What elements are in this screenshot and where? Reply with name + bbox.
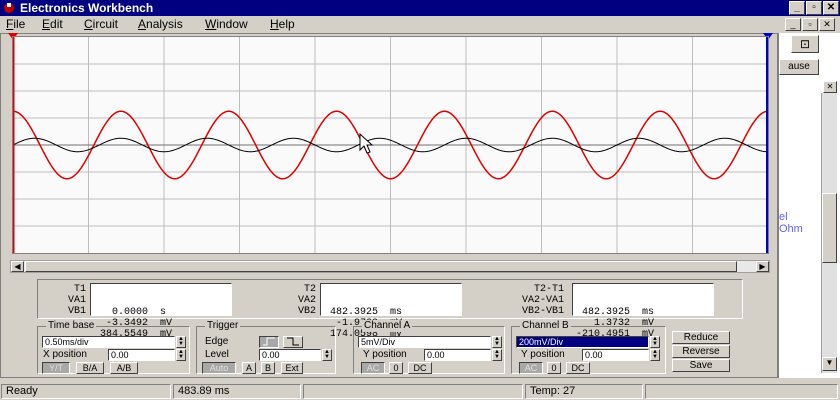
channel-b-dc-button[interactable]: DC: [566, 362, 590, 374]
pause-button[interactable]: ause: [779, 59, 819, 75]
edge-falling-button[interactable]: [283, 336, 303, 348]
trigger-auto-button[interactable]: Auto: [202, 362, 236, 374]
channel-b-ypos-label: Y position: [521, 349, 565, 360]
workspace-close-button[interactable]: ✕: [823, 81, 837, 93]
channel-a-scale-field[interactable]: 5mV/Div: [358, 336, 491, 348]
timebase-scale-field[interactable]: 0.50ms/div: [42, 336, 175, 348]
channel-a-ac-button[interactable]: AC: [361, 362, 385, 374]
rising-edge-icon: [263, 337, 275, 346]
title-bar: Electronics Workbench: [0, 0, 840, 16]
reverse-button[interactable]: Reverse: [672, 345, 730, 358]
channel-a-dc-button[interactable]: DC: [408, 362, 432, 374]
mdi-minimize-button[interactable]: _: [785, 18, 801, 31]
va1-label: VA1: [67, 295, 86, 306]
channel-b-ypos-spinner[interactable]: ▲ ▼: [650, 349, 660, 361]
channel-b-ac-button[interactable]: AC: [519, 362, 543, 374]
channel-b-scale-spinner[interactable]: ▲ ▼: [650, 336, 660, 348]
timebase-group: Time base 0.50ms/div ▲ ▼ X position 0.00 …: [37, 320, 190, 374]
level-field[interactable]: 0.00: [259, 349, 321, 361]
t1-label: T1: [73, 284, 86, 295]
mouse-pointer-icon: [359, 132, 374, 154]
oscilloscope-display[interactable]: [12, 36, 769, 254]
reduce-button[interactable]: Reduce: [672, 331, 730, 344]
timebase-scale-spinner[interactable]: ▲ ▼: [176, 336, 186, 348]
window-title: Electronics Workbench: [20, 1, 154, 15]
menu-help[interactable]: Help: [270, 17, 295, 31]
channel-b-title: Channel B: [520, 320, 571, 332]
vb2vb1-label: VB2-VB1: [521, 306, 564, 317]
channel-a-ypos-label: Y position: [363, 349, 407, 360]
scroll-right-button[interactable]: ▶: [756, 261, 769, 272]
component-label-2: Ohm: [779, 223, 803, 235]
minimize-button[interactable]: _: [789, 1, 805, 15]
mdi-restore-button[interactable]: ▫: [802, 18, 818, 31]
save-button[interactable]: Save: [672, 359, 730, 372]
t2-label: T2: [303, 284, 316, 295]
status-empty: [303, 384, 523, 399]
menu-edit[interactable]: Edit: [42, 17, 63, 31]
timebase-title: Time base: [46, 320, 97, 332]
menu-file[interactable]: File: [6, 17, 25, 31]
trigger-group: Trigger Edge Level 0.00 ▲ ▼ Auto A B Ext: [196, 320, 336, 374]
status-ready: Ready: [1, 384, 171, 399]
status-temp: Temp: 27: [525, 384, 643, 399]
channel-a-group: Channel A 5mV/Div ▲ ▼ Y position 0.00 ▲ ▼ …: [353, 320, 505, 374]
vb2-label: VB2: [297, 306, 316, 317]
menu-circuit[interactable]: Circuit: [84, 17, 118, 31]
channel-a-ypos-field[interactable]: 0.00: [424, 349, 491, 361]
workspace-vscrollbar[interactable]: ▼: [821, 93, 837, 373]
trigger-a-button[interactable]: A: [242, 362, 256, 374]
va2va1-label: VA2-VA1: [521, 295, 564, 306]
app-icon[interactable]: [2, 1, 16, 15]
menu-window[interactable]: Window: [205, 17, 248, 31]
level-label: Level: [205, 349, 229, 360]
t2-readout: 482.3925 ms -1.9760 mV 174.0598 mV: [320, 283, 462, 340]
scroll-left-button[interactable]: ◀: [11, 261, 24, 272]
component-label-1: el: [779, 211, 788, 223]
mdi-close-button[interactable]: ✕: [819, 18, 835, 31]
trigger-title: Trigger: [205, 320, 241, 332]
menu-bar: File Edit Circuit Analysis Window Help _…: [0, 16, 840, 33]
channel-a-title: Channel A: [362, 320, 413, 332]
trigger-b-button[interactable]: B: [261, 362, 275, 374]
t1-readout: 0.0000 s -3.3492 mV 384.5549 mV: [90, 283, 232, 340]
channel-a-scale-spinner[interactable]: ▲ ▼: [492, 336, 502, 348]
circuit-workspace: ⊡ ause ✕ el Ohm ▼: [778, 33, 840, 378]
edge-label: Edge: [205, 336, 229, 347]
channel-a-zero-button[interactable]: 0: [389, 362, 403, 374]
status-bar: Ready 483.89 ms Temp: 27: [0, 383, 840, 400]
channel-a-ypos-spinner[interactable]: ▲ ▼: [492, 349, 502, 361]
instrument-icon[interactable]: ⊡: [791, 35, 819, 53]
measurement-readout: T1 VA1 VB1 0.0000 s -3.3492 mV 384.5549 …: [37, 279, 743, 340]
xpos-spinner[interactable]: ▲ ▼: [176, 349, 186, 361]
waveform-plot: [12, 37, 769, 253]
close-button[interactable]: ✕: [823, 1, 839, 15]
maximize-button[interactable]: ▫: [806, 1, 822, 15]
menu-analysis[interactable]: Analysis: [138, 17, 183, 31]
falling-edge-icon: [287, 337, 299, 346]
status-time: 483.89 ms: [173, 384, 301, 399]
ba-button[interactable]: B/A: [76, 362, 104, 374]
t2t1-label: T2-T1: [533, 284, 564, 295]
xpos-field[interactable]: 0.00: [108, 349, 175, 361]
edge-rising-button[interactable]: [259, 336, 279, 348]
display-hscrollbar[interactable]: ◀ ▶: [10, 260, 770, 273]
delta-readout: 482.3925 ms 1.3732 mV -210.4951 mV: [572, 283, 714, 340]
vb1-label: VB1: [67, 306, 86, 317]
ab-button[interactable]: A/B: [110, 362, 138, 374]
status-extra: [645, 384, 838, 399]
scroll-thumb[interactable]: [25, 261, 737, 272]
channel-b-group: Channel B 200mV/Div ▲ ▼ Y position 0.00 ▲…: [511, 320, 666, 374]
level-spinner[interactable]: ▲ ▼: [322, 349, 332, 361]
workspace-scroll-down[interactable]: ▼: [822, 357, 837, 371]
grid: [13, 37, 768, 253]
channel-b-ypos-field[interactable]: 0.00: [582, 349, 649, 361]
trigger-ext-button[interactable]: Ext: [281, 362, 303, 374]
va2-label: VA2: [297, 295, 316, 306]
yt-button[interactable]: Y/T: [42, 362, 70, 374]
workspace-scroll-thumb[interactable]: [822, 193, 837, 263]
channel-b-scale-field[interactable]: 200mV/Div: [516, 336, 649, 348]
channel-b-zero-button[interactable]: 0: [547, 362, 561, 374]
xpos-label: X position: [43, 349, 87, 360]
